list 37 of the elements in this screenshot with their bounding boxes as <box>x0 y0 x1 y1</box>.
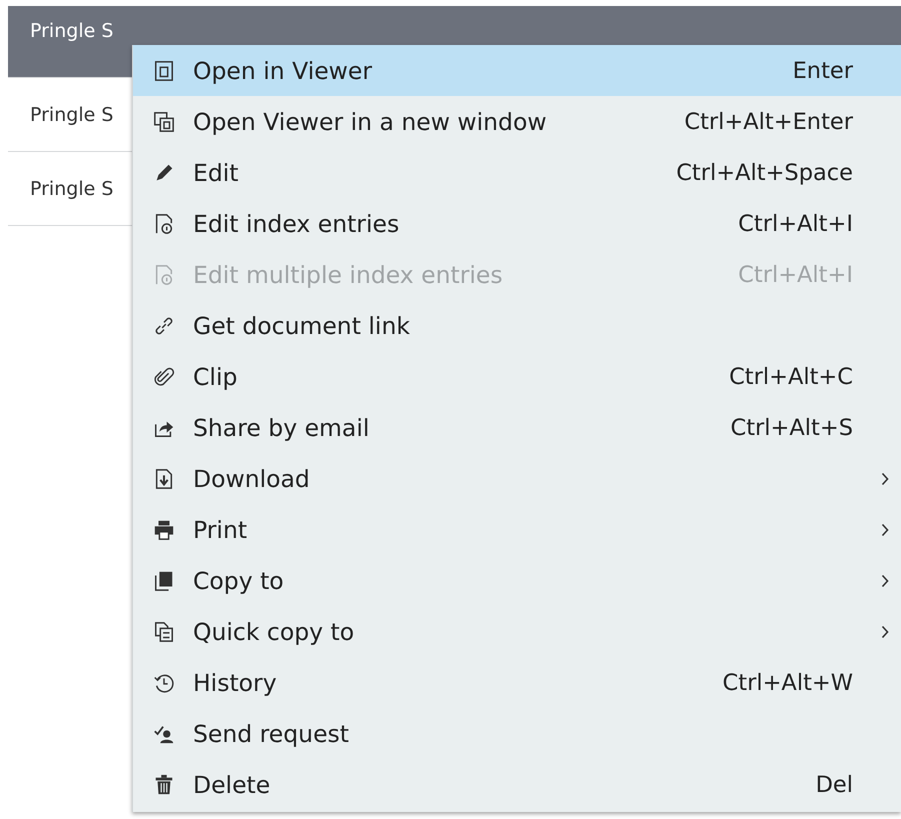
shortcut-text: Ctrl+Alt+Enter <box>684 108 853 134</box>
menu-item[interactable]: History Ctrl+Alt+W <box>133 657 901 708</box>
menu-item[interactable]: Edit index entries Ctrl+Alt+I <box>133 198 901 249</box>
menu-item[interactable]: Quick copy to <box>133 606 901 657</box>
windows-icon <box>153 110 175 132</box>
menu-item[interactable]: Open Viewer in a new window Ctrl+Alt+Enter <box>133 96 901 147</box>
index-icon <box>153 212 175 234</box>
index-icon <box>153 264 175 286</box>
table-cell: Pringle S <box>30 20 114 42</box>
link-icon <box>153 314 175 336</box>
menu-item[interactable]: Print <box>133 504 901 555</box>
menu-item[interactable]: Download <box>133 453 901 504</box>
menu-item[interactable]: Clip Ctrl+Alt+C <box>133 351 901 402</box>
menu-item[interactable]: Delete Del <box>133 759 901 810</box>
copy-icon <box>153 570 175 592</box>
printer-icon <box>153 518 175 540</box>
table-cell: Pringle S <box>30 178 114 200</box>
shortcut-text: Ctrl+Alt+S <box>730 414 853 440</box>
menu-item[interactable]: Share by email Ctrl+Alt+S <box>133 402 901 453</box>
shortcut-text: Del <box>816 772 853 798</box>
menu-item[interactable]: Send request <box>133 708 901 759</box>
menu-item[interactable]: Open in Viewer Enter <box>133 45 901 96</box>
shortcut-text: Ctrl+Alt+I <box>738 210 853 236</box>
menu-item[interactable]: Get document link <box>133 300 901 351</box>
viewer-icon <box>153 60 175 82</box>
quick-copy-icon <box>153 620 175 642</box>
shortcut-text: Ctrl+Alt+Space <box>676 160 853 186</box>
menu-item[interactable]: Edit Ctrl+Alt+Space <box>133 147 901 198</box>
history-icon <box>153 672 175 694</box>
menu-item[interactable]: Copy to <box>133 555 901 606</box>
table-cell: Pringle S <box>30 104 114 126</box>
download-icon <box>153 468 175 490</box>
shortcut-text: Ctrl+Alt+C <box>729 364 853 390</box>
shortcut-text: Ctrl+Alt+W <box>722 670 853 696</box>
trash-icon <box>153 774 175 796</box>
paperclip-icon <box>153 366 175 388</box>
shortcut-text: Ctrl+Alt+I <box>738 262 853 288</box>
